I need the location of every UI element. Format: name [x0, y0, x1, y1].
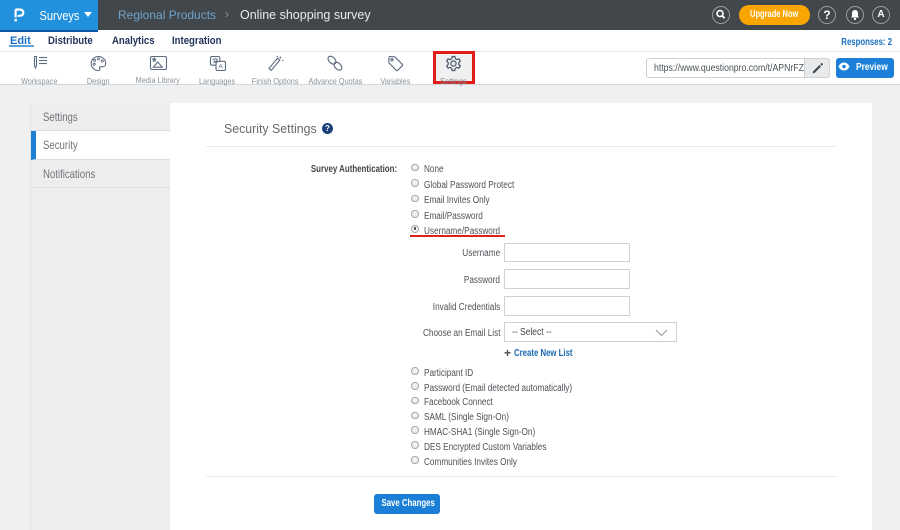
svg-text:?: ? [325, 124, 330, 133]
svg-text:A: A [218, 64, 223, 71]
